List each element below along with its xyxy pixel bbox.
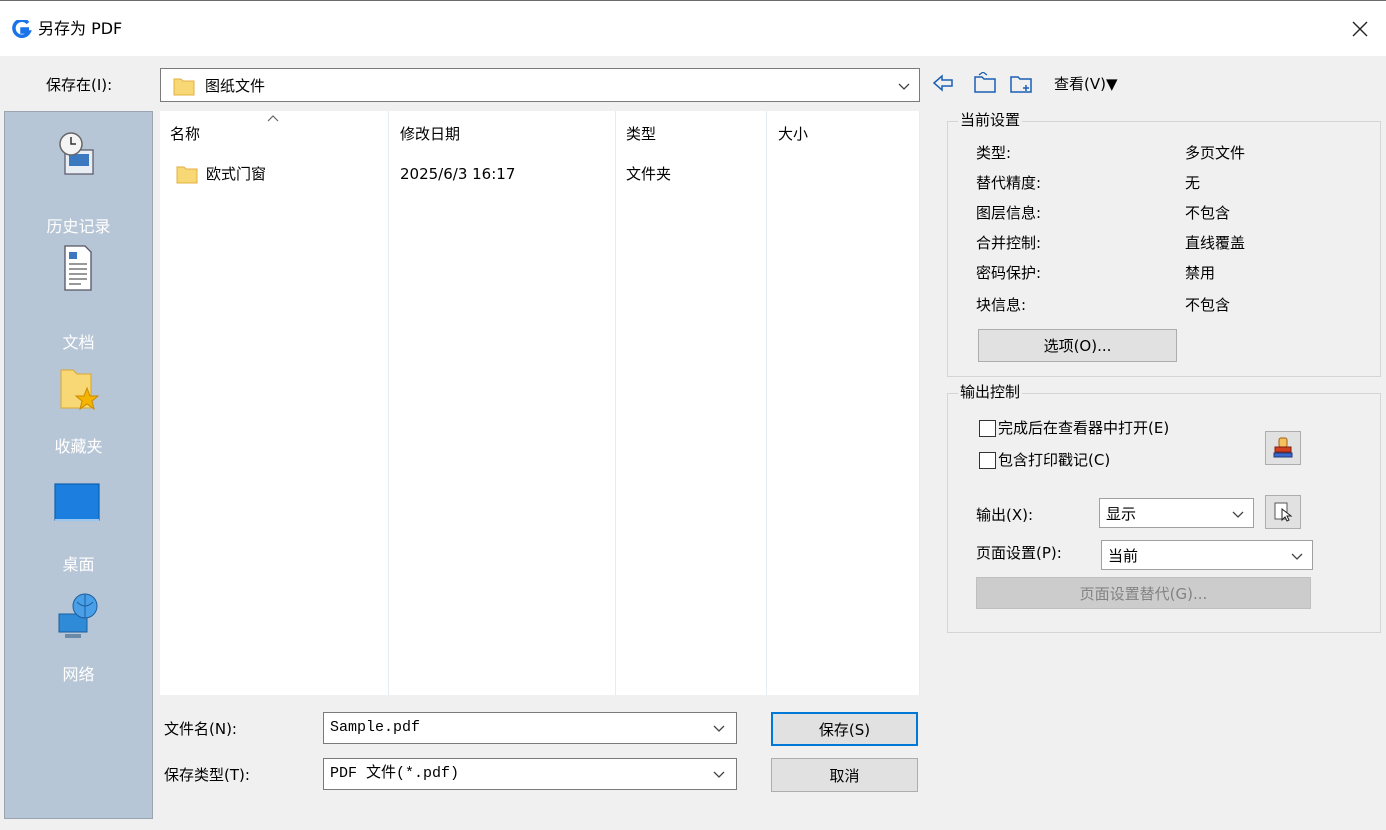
row-modified: 2025/6/3 16:17 [400,165,516,183]
app-logo-icon [12,20,32,38]
include-stamp-checkbox[interactable] [979,452,996,469]
place-label-history: 历史记录 [46,217,111,236]
up-folder-button[interactable] [972,70,998,96]
filename-combo[interactable]: Sample.pdf [323,712,737,744]
output-control-title: 输出控制 [958,382,1023,402]
column-separator [388,111,389,695]
chevron-down-icon [1232,511,1244,518]
filetype-label: 保存类型(T): [164,766,250,784]
place-label-desktop: 桌面 [62,555,95,574]
include-stamp-label[interactable]: 包含打印戳记(C) [998,449,1110,471]
setting-value: 多页文件 [1185,144,1246,162]
setting-key: 图层信息: [976,204,1042,222]
filename-label: 文件名(N): [164,720,237,738]
chevron-down-icon [1291,553,1303,560]
place-label-network: 网络 [62,665,95,684]
pointer-window-icon [1274,502,1293,522]
column-header-type[interactable]: 类型 [626,123,656,145]
stamp-icon [1273,437,1293,458]
row-type: 文件夹 [626,165,672,183]
place-label-favorites: 收藏夹 [54,437,103,456]
save-button[interactable]: 保存(S) [771,712,918,746]
setting-key: 密码保护: [976,264,1042,282]
setting-key: 替代精度: [976,174,1042,192]
close-icon [1352,21,1368,37]
back-arrow-icon [932,74,953,92]
page-setup-override-button[interactable]: 页面设置替代(G)... [976,577,1311,609]
window-title: 另存为 PDF [38,19,123,38]
chevron-down-icon [898,83,910,90]
new-folder-icon [1010,76,1032,93]
back-button[interactable] [930,70,956,96]
current-settings-title: 当前设置 [958,110,1023,130]
setting-key: 类型: [976,144,1012,162]
setting-value: 禁用 [1185,264,1216,282]
new-folder-button[interactable] [1008,70,1034,96]
view-menu[interactable]: 查看(V)▼ [1054,73,1118,95]
folder-icon [176,166,198,184]
output-label: 输出(X): [976,506,1034,524]
open-in-viewer-label[interactable]: 完成后在查看器中打开(E) [998,417,1169,439]
column-header-size[interactable]: 大小 [778,123,808,145]
save-in-label: 保存在(I): [46,76,113,94]
network-icon [58,593,98,638]
column-separator [766,111,767,695]
folder-icon [173,78,195,96]
filename-value: Sample.pdf [330,719,421,736]
stamp-settings-button[interactable] [1265,431,1301,465]
page-setup-select[interactable]: 当前 [1101,540,1313,570]
favorites-icon [60,369,100,411]
places-bar: 历史记录 文档 收藏夹 桌面 网络 [4,111,153,819]
column-header-name[interactable]: 名称 [170,123,200,145]
output-select[interactable]: 显示 [1099,498,1254,528]
place-label-documents: 文档 [62,333,95,352]
setting-value: 不包含 [1185,204,1231,222]
desktop-icon [54,483,100,521]
save-in-value: 图纸文件 [205,77,266,95]
column-separator [919,111,920,695]
setting-key: 合并控制: [976,234,1042,252]
chevron-down-icon [713,771,725,778]
save-in-combo[interactable]: 图纸文件 [160,68,920,102]
open-in-viewer-checkbox[interactable] [979,420,996,437]
options-button[interactable]: 选项(O)... [978,329,1177,362]
output-settings-button[interactable] [1265,495,1301,529]
file-list[interactable]: 名称 修改日期 类型 大小 欧式门窗 2025/6/3 16:17 文件夹 [160,111,920,695]
page-setup-value: 当前 [1108,547,1139,565]
cancel-button[interactable]: 取消 [771,758,918,792]
documents-icon [64,245,92,291]
page-setup-label: 页面设置(P): [976,544,1062,562]
table-row[interactable]: 欧式门窗 2025/6/3 16:17 文件夹 [160,159,920,189]
setting-value: 无 [1185,174,1201,192]
column-header-modified[interactable]: 修改日期 [400,123,460,145]
title-bar: 另存为 PDF [0,0,1386,56]
setting-key: 块信息: [976,296,1027,314]
setting-value: 不包含 [1185,296,1231,314]
history-icon [59,132,94,175]
filetype-combo[interactable]: PDF 文件(*.pdf) [323,758,737,790]
up-folder-icon [974,72,996,93]
column-separator [615,111,616,695]
filetype-value: PDF 文件(*.pdf) [330,765,460,782]
close-button[interactable] [1340,9,1380,49]
setting-value: 直线覆盖 [1185,234,1246,252]
row-name: 欧式门窗 [206,165,267,183]
sort-ascending-icon [267,115,279,122]
chevron-down-icon [713,725,725,732]
output-value: 显示 [1106,505,1137,523]
